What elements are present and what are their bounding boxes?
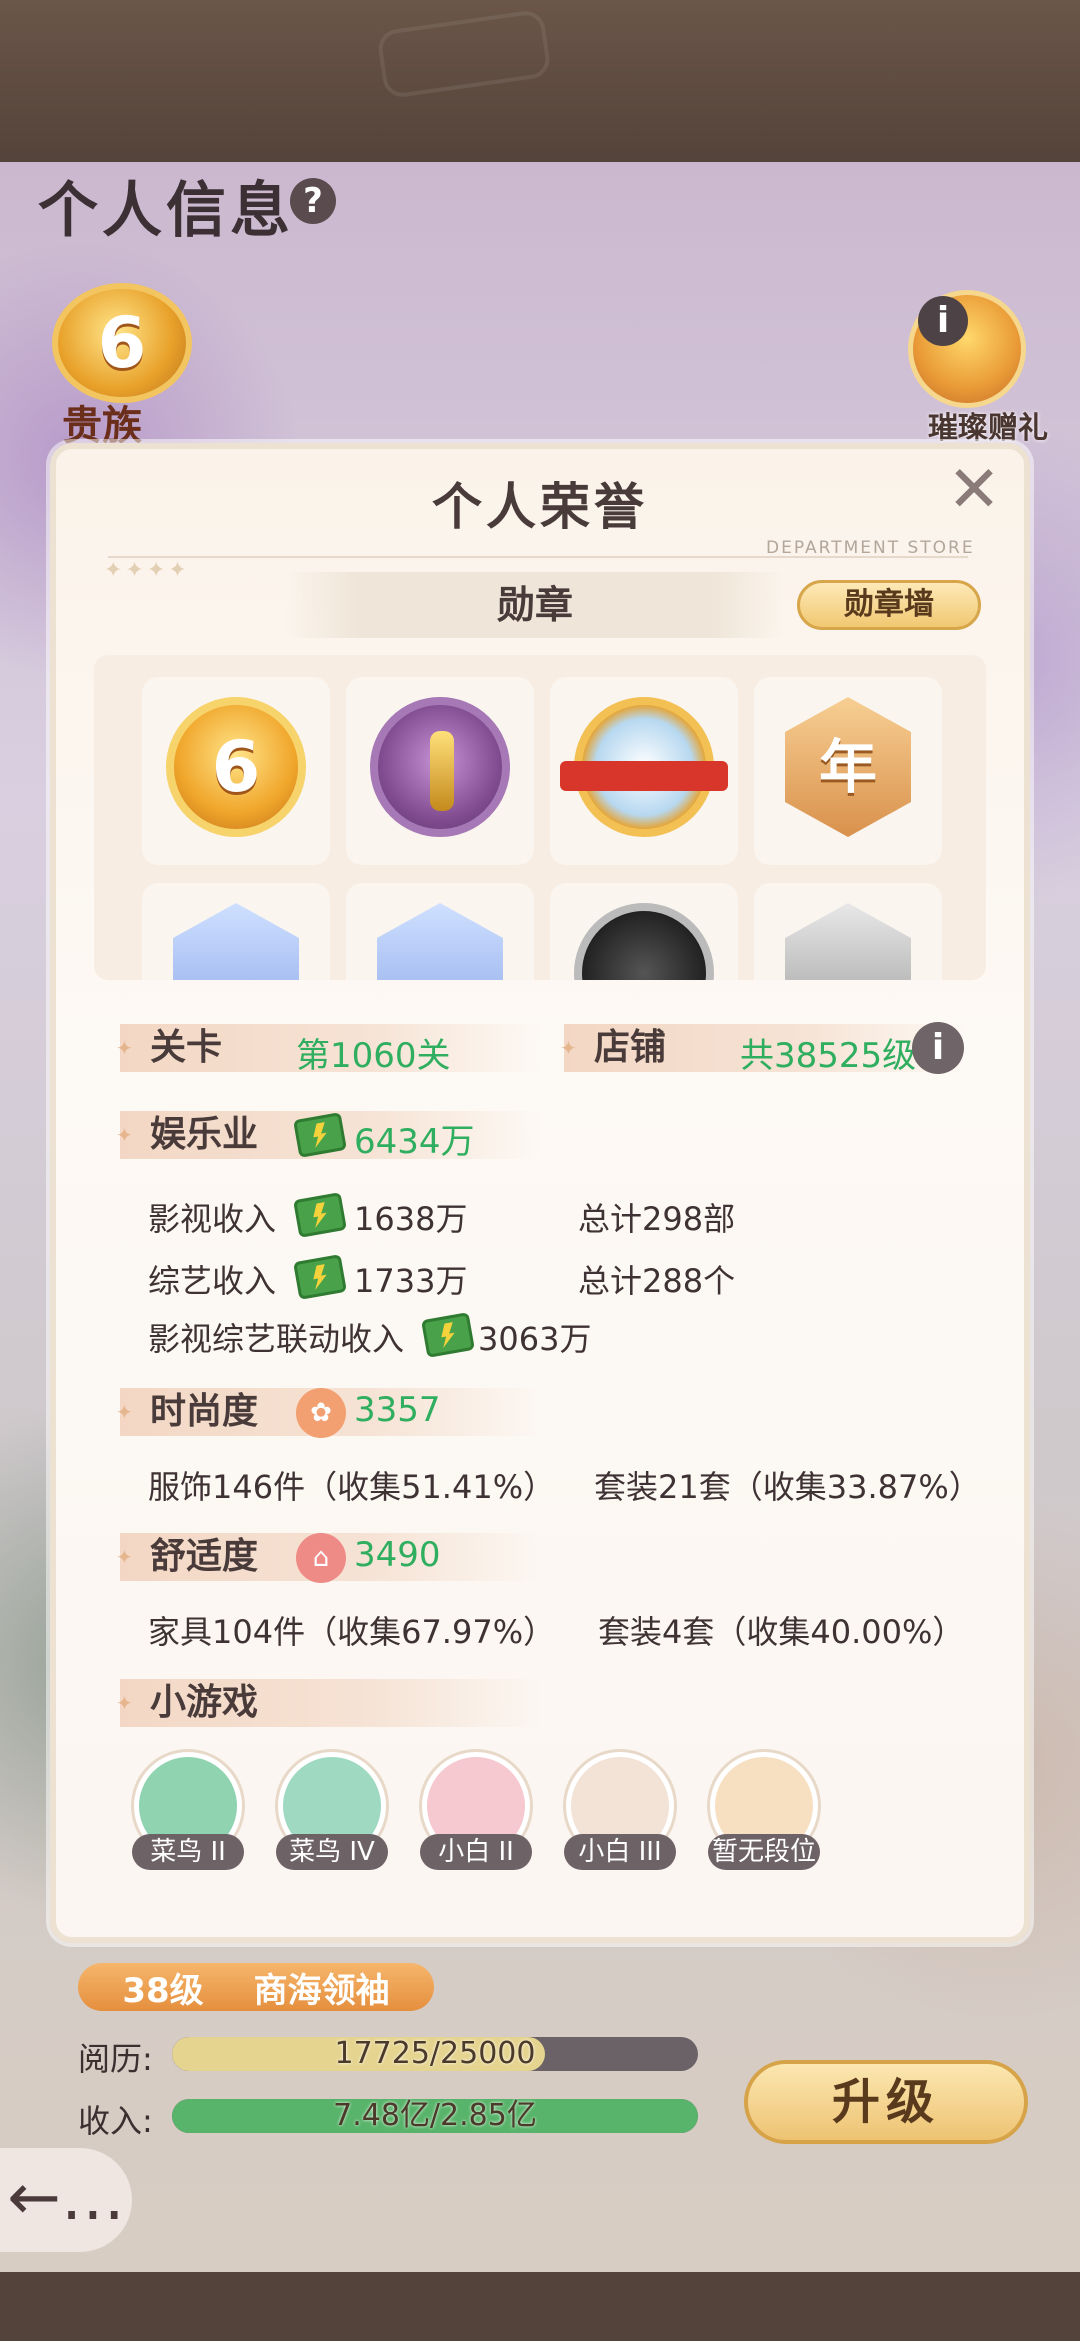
panel-subtitle: DEPARTMENT STORE: [766, 538, 975, 558]
shop-value: 共38525级: [740, 1036, 917, 1076]
film-income-label: 影视收入: [148, 1200, 277, 1238]
medal-slot[interactable]: [346, 677, 534, 865]
divider: [108, 556, 968, 558]
shop-info-icon[interactable]: i: [912, 1022, 964, 1074]
income-label: 收入:: [78, 2102, 153, 2140]
medal-slot[interactable]: [346, 883, 534, 980]
game-rank-label: 菜鸟 II: [132, 1834, 244, 1870]
top-banner: [0, 0, 1080, 162]
entertainment-total: 6434万: [354, 1122, 475, 1162]
fashion-value: 3357: [354, 1390, 441, 1430]
medal-slot[interactable]: [142, 883, 330, 980]
crossover-income-value: 3063万: [478, 1320, 592, 1358]
game-rank-label: 菜鸟 IV: [276, 1834, 388, 1870]
fashion-label: 时尚度: [150, 1391, 259, 1432]
gift-label: 璀璨赠礼: [928, 411, 1048, 446]
player-level-badge: 38级 商海领袖: [78, 1963, 434, 2011]
entertainment-label: 娱乐业: [150, 1114, 259, 1155]
crown-medal-icon: [560, 697, 728, 837]
dark-circle-medal-icon: [574, 903, 714, 980]
medal-slot[interactable]: [550, 883, 738, 980]
tab-medals[interactable]: 勋章: [285, 572, 785, 638]
decorative-stars: ✦✦✦✦: [104, 558, 190, 583]
comfort-value: 3490: [354, 1535, 441, 1575]
close-button[interactable]: ✕: [944, 458, 1004, 522]
comfort-suit-detail: 套装4套（收集40.00%）: [598, 1613, 965, 1651]
player-level: 38级: [122, 1970, 204, 2011]
medal-slot[interactable]: [754, 883, 942, 980]
variety-income-value: 1733万: [354, 1262, 468, 1300]
player-title: 商海领袖: [253, 1970, 390, 2011]
gift-info-icon[interactable]: i: [918, 296, 968, 346]
panel-title: 个人荣誉: [432, 478, 648, 536]
blue-shield-medal-icon: [173, 903, 299, 980]
page-title: 个人信息: [38, 176, 294, 246]
help-icon[interactable]: ?: [290, 178, 336, 224]
shop-label: 店铺: [594, 1027, 667, 1068]
oscar-film-medal-icon: [370, 697, 510, 837]
silver-shield-medal-icon: [785, 903, 911, 980]
fashion-icon: ✿: [296, 1388, 346, 1438]
minigames-tag: 小游戏: [116, 1679, 540, 1727]
upgrade-button[interactable]: 升级: [744, 2060, 1028, 2144]
home-icon: ⌂: [296, 1533, 346, 1583]
comfort-label: 舒适度: [150, 1536, 259, 1577]
game-rank-label: 小白 III: [564, 1834, 676, 1870]
fashion-suit-detail: 套装21套（收集33.87%）: [594, 1468, 981, 1506]
experience-label: 阅历:: [78, 2040, 153, 2078]
noble-6-medal-icon: 6: [166, 697, 306, 837]
medal-slot[interactable]: 6: [142, 677, 330, 865]
noble-badge[interactable]: 6: [52, 283, 192, 403]
experience-value: 17725/25000: [334, 2037, 536, 2071]
variety-income-label: 综艺收入: [148, 1262, 277, 1300]
film-income-value: 1638万: [354, 1200, 468, 1238]
tab-medals-label: 勋章: [496, 583, 573, 627]
back-button[interactable]: ←…: [0, 2148, 132, 2252]
bottom-banner: [0, 2272, 1080, 2341]
minigames-label: 小游戏: [150, 1682, 259, 1723]
medal-grid: 6 年: [94, 655, 986, 980]
game-rank-label: 小白 II: [420, 1834, 532, 1870]
income-value: 7.48亿/2.85亿: [333, 2099, 537, 2133]
film-count: 总计298部: [578, 1200, 736, 1238]
fashion-clothing-detail: 服饰146件（收集51.41%）: [148, 1468, 556, 1506]
medal-slot[interactable]: 年: [754, 677, 942, 865]
experience-bar: 17725/25000: [172, 2037, 698, 2071]
stage-label: 关卡: [150, 1027, 223, 1068]
medal-wall-button[interactable]: 勋章墙: [797, 580, 981, 630]
medal-slot[interactable]: [550, 677, 738, 865]
comfort-furniture-detail: 家具104件（收集67.97%）: [148, 1613, 556, 1651]
game-rank-label: 暂无段位: [708, 1834, 820, 1870]
crossover-income-label: 影视综艺联动收入: [148, 1320, 405, 1358]
blue-shield-medal-icon: [377, 903, 503, 980]
income-bar: 7.48亿/2.85亿: [172, 2099, 698, 2133]
anniversary-medal-icon: 年: [785, 697, 911, 837]
variety-count: 总计288个: [578, 1262, 736, 1300]
stage-value: 第1060关: [296, 1036, 451, 1076]
